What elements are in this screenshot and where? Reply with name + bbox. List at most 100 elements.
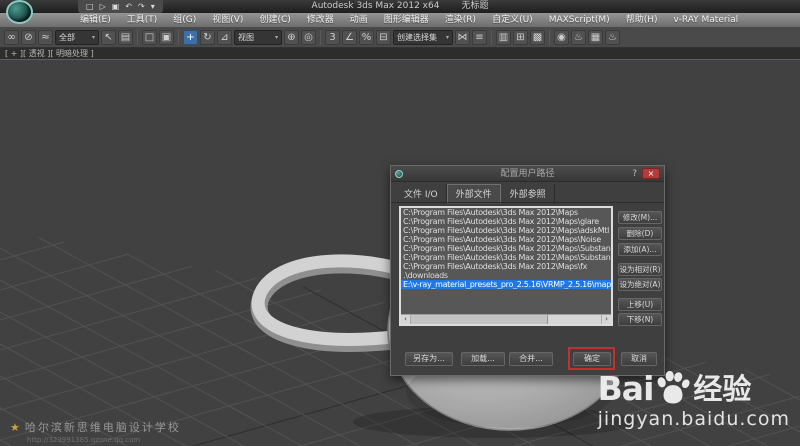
make-relative-button[interactable]: 设为相对(R) xyxy=(618,263,662,276)
main-toolbar: ∞ ⊘ ≈ 全部 ▾ ↖ ▤ □ ▣ + ↻ ⊿ 视图 ▾ ⊕ ◎ 3 ∠ % … xyxy=(0,27,800,48)
baidu-paw-icon xyxy=(654,370,692,404)
tab-file-io[interactable]: 文件 I/O xyxy=(395,184,447,204)
menu-modifiers[interactable]: 修改器 xyxy=(299,13,342,27)
3dsmax-logo-icon[interactable] xyxy=(6,0,33,24)
path-row[interactable]: C:\Program Files\Autodesk\3ds Max 2012\M… xyxy=(401,217,611,226)
menu-graph-editors[interactable]: 图形编辑器 xyxy=(376,13,437,27)
angle-snap-icon[interactable]: ∠ xyxy=(342,30,357,45)
path-row[interactable]: C:\Program Files\Autodesk\3ds Max 2012\M… xyxy=(401,208,611,217)
cancel-button[interactable]: 取消 xyxy=(621,352,657,366)
reference-coordinate-dropdown[interactable]: 视图 ▾ xyxy=(234,30,282,45)
percent-snap-icon[interactable]: % xyxy=(359,30,374,45)
path-row[interactable]: C:\Program Files\Autodesk\3ds Max 2012\M… xyxy=(401,235,611,244)
rendered-frame-window-icon[interactable]: ▦ xyxy=(588,30,603,45)
tab-xrefs[interactable]: 外部参照 xyxy=(501,184,555,204)
quickbar-more-icon[interactable]: ▾ xyxy=(151,0,155,13)
baidu-jingyan-watermark: Bai 经验 jingyan.baidu.com xyxy=(598,370,790,430)
mirror-icon[interactable]: ⋈ xyxy=(455,30,470,45)
use-selection-center-icon[interactable]: ◎ xyxy=(301,30,316,45)
star-icon: ★ xyxy=(10,421,20,434)
move-up-button[interactable]: 上移(U) xyxy=(618,298,662,311)
selection-filter-dropdown[interactable]: 全部 ▾ xyxy=(55,30,99,45)
select-and-link-icon[interactable]: ∞ xyxy=(4,30,19,45)
graph-editors-icon[interactable]: ⊞ xyxy=(513,30,528,45)
configure-user-paths-dialog: 配置用户路径 ? × 文件 I/O 外部文件 外部参照 C:\Program F… xyxy=(390,165,665,376)
add-button[interactable]: 添加(A)... xyxy=(618,243,662,256)
toolbar-separator xyxy=(549,30,550,45)
unlink-selection-icon[interactable]: ⊘ xyxy=(21,30,36,45)
merge-button[interactable]: 合并... xyxy=(509,352,553,366)
jingyan-brand-text: 经验 xyxy=(693,372,751,406)
rectangular-selection-icon[interactable]: □ xyxy=(142,30,157,45)
delete-button[interactable]: 删除(D) xyxy=(618,227,662,240)
select-and-move-icon[interactable]: + xyxy=(183,30,198,45)
horizontal-scrollbar[interactable]: ‹ › xyxy=(401,314,611,324)
scrollbar-thumb[interactable] xyxy=(411,315,548,324)
viewport-label[interactable]: [ + ][ 透视 ][ 明暗处理 ] xyxy=(0,48,800,59)
scrollbar-track[interactable] xyxy=(411,315,601,324)
select-and-scale-icon[interactable]: ⊿ xyxy=(217,30,232,45)
window-crossing-icon[interactable]: ▣ xyxy=(159,30,174,45)
path-row[interactable]: C:\Program Files\Autodesk\3ds Max 2012\M… xyxy=(401,244,611,253)
dialog-tabs: 文件 I/O 外部文件 外部参照 xyxy=(395,184,555,204)
save-as-button[interactable]: 另存为... xyxy=(405,352,453,366)
make-absolute-button[interactable]: 设为绝对(A) xyxy=(618,278,662,291)
path-row[interactable]: C:\Program Files\Autodesk\3ds Max 2012\M… xyxy=(401,226,611,235)
menu-rendering[interactable]: 渲染(R) xyxy=(437,13,484,27)
move-down-button[interactable]: 下移(N) xyxy=(618,313,662,326)
named-selection-set-dropdown[interactable]: 创建选择集 ▾ xyxy=(393,30,453,45)
dialog-title: 配置用户路径 xyxy=(391,166,664,182)
menu-edit[interactable]: 编辑(E) xyxy=(72,13,119,27)
path-row[interactable]: C:\Program Files\Autodesk\3ds Max 2012\M… xyxy=(401,262,611,271)
menu-vray-material[interactable]: v-RAY Material xyxy=(665,13,746,27)
document-title: 无标题 xyxy=(461,0,488,13)
scroll-left-icon[interactable]: ‹ xyxy=(401,315,411,324)
material-editor-icon[interactable]: ◉ xyxy=(554,30,569,45)
new-file-icon[interactable]: □ xyxy=(86,0,94,13)
select-object-icon[interactable]: ↖ xyxy=(101,30,116,45)
path-row[interactable]: C:\Program Files\Autodesk\3ds Max 2012\M… xyxy=(401,253,611,262)
snaps-toggle-icon[interactable]: 3 xyxy=(325,30,340,45)
load-button[interactable]: 加载... xyxy=(461,352,505,366)
menu-maxscript[interactable]: MAXScript(M) xyxy=(541,13,618,27)
dialog-help-icon[interactable]: ? xyxy=(632,166,637,182)
menu-views[interactable]: 视图(V) xyxy=(204,13,251,27)
scroll-right-icon[interactable]: › xyxy=(601,315,611,324)
school-watermark: ★ 哈尔滨新思维电脑设计学校 http://323991385.qzone.qq… xyxy=(10,419,181,444)
render-setup-icon[interactable]: ♨ xyxy=(571,30,586,45)
quick-access-toolbar: □ ▷ ▣ ↶ ↷ ▾ xyxy=(78,0,163,13)
external-files-path-list[interactable]: C:\Program Files\Autodesk\3ds Max 2012\M… xyxy=(399,206,613,326)
path-row[interactable]: .\downloads xyxy=(401,271,611,280)
dialog-close-icon[interactable]: × xyxy=(642,168,660,179)
spinner-snap-icon[interactable]: ⊟ xyxy=(376,30,391,45)
undo-icon[interactable]: ↶ xyxy=(125,0,132,13)
align-icon[interactable]: ≡ xyxy=(472,30,487,45)
dialog-titlebar[interactable]: 配置用户路径 ? × xyxy=(391,166,664,182)
ok-button-annotation-highlight xyxy=(568,347,615,370)
menu-group[interactable]: 组(G) xyxy=(165,13,204,27)
menu-customize[interactable]: 自定义(U) xyxy=(484,13,541,27)
application-window: Autodesk 3ds Max 2012 x64 无标题 □ ▷ ▣ ↶ ↷ … xyxy=(0,0,800,446)
manage-layers-icon[interactable]: ▥ xyxy=(496,30,511,45)
select-and-rotate-icon[interactable]: ↻ xyxy=(200,30,215,45)
menu-help[interactable]: 帮助(H) xyxy=(618,13,666,27)
toolbar-separator xyxy=(178,30,179,45)
toolbar-separator xyxy=(320,30,321,45)
tab-external-files[interactable]: 外部文件 xyxy=(447,184,501,204)
modify-button[interactable]: 修改(M)... xyxy=(618,211,662,224)
menu-tools[interactable]: 工具(T) xyxy=(119,13,166,27)
redo-icon[interactable]: ↷ xyxy=(138,0,145,13)
menu-create[interactable]: 创建(C) xyxy=(251,13,298,27)
menu-animation[interactable]: 动画 xyxy=(342,13,376,27)
open-file-icon[interactable]: ▷ xyxy=(100,0,106,13)
render-production-icon[interactable]: ♨ xyxy=(605,30,620,45)
chevron-down-icon: ▾ xyxy=(272,31,278,44)
jingyan-url-text: jingyan.baidu.com xyxy=(598,408,790,430)
select-by-name-icon[interactable]: ▤ xyxy=(118,30,133,45)
bind-to-space-warp-icon[interactable]: ≈ xyxy=(38,30,53,45)
app-title: Autodesk 3ds Max 2012 x64 xyxy=(312,0,440,13)
use-pivot-point-icon[interactable]: ⊕ xyxy=(284,30,299,45)
schematic-view-icon[interactable]: ▩ xyxy=(530,30,545,45)
save-file-icon[interactable]: ▣ xyxy=(112,0,120,13)
path-row-selected[interactable]: E:\v-ray_material_presets_pro_2.5.16\VRM… xyxy=(401,280,611,289)
